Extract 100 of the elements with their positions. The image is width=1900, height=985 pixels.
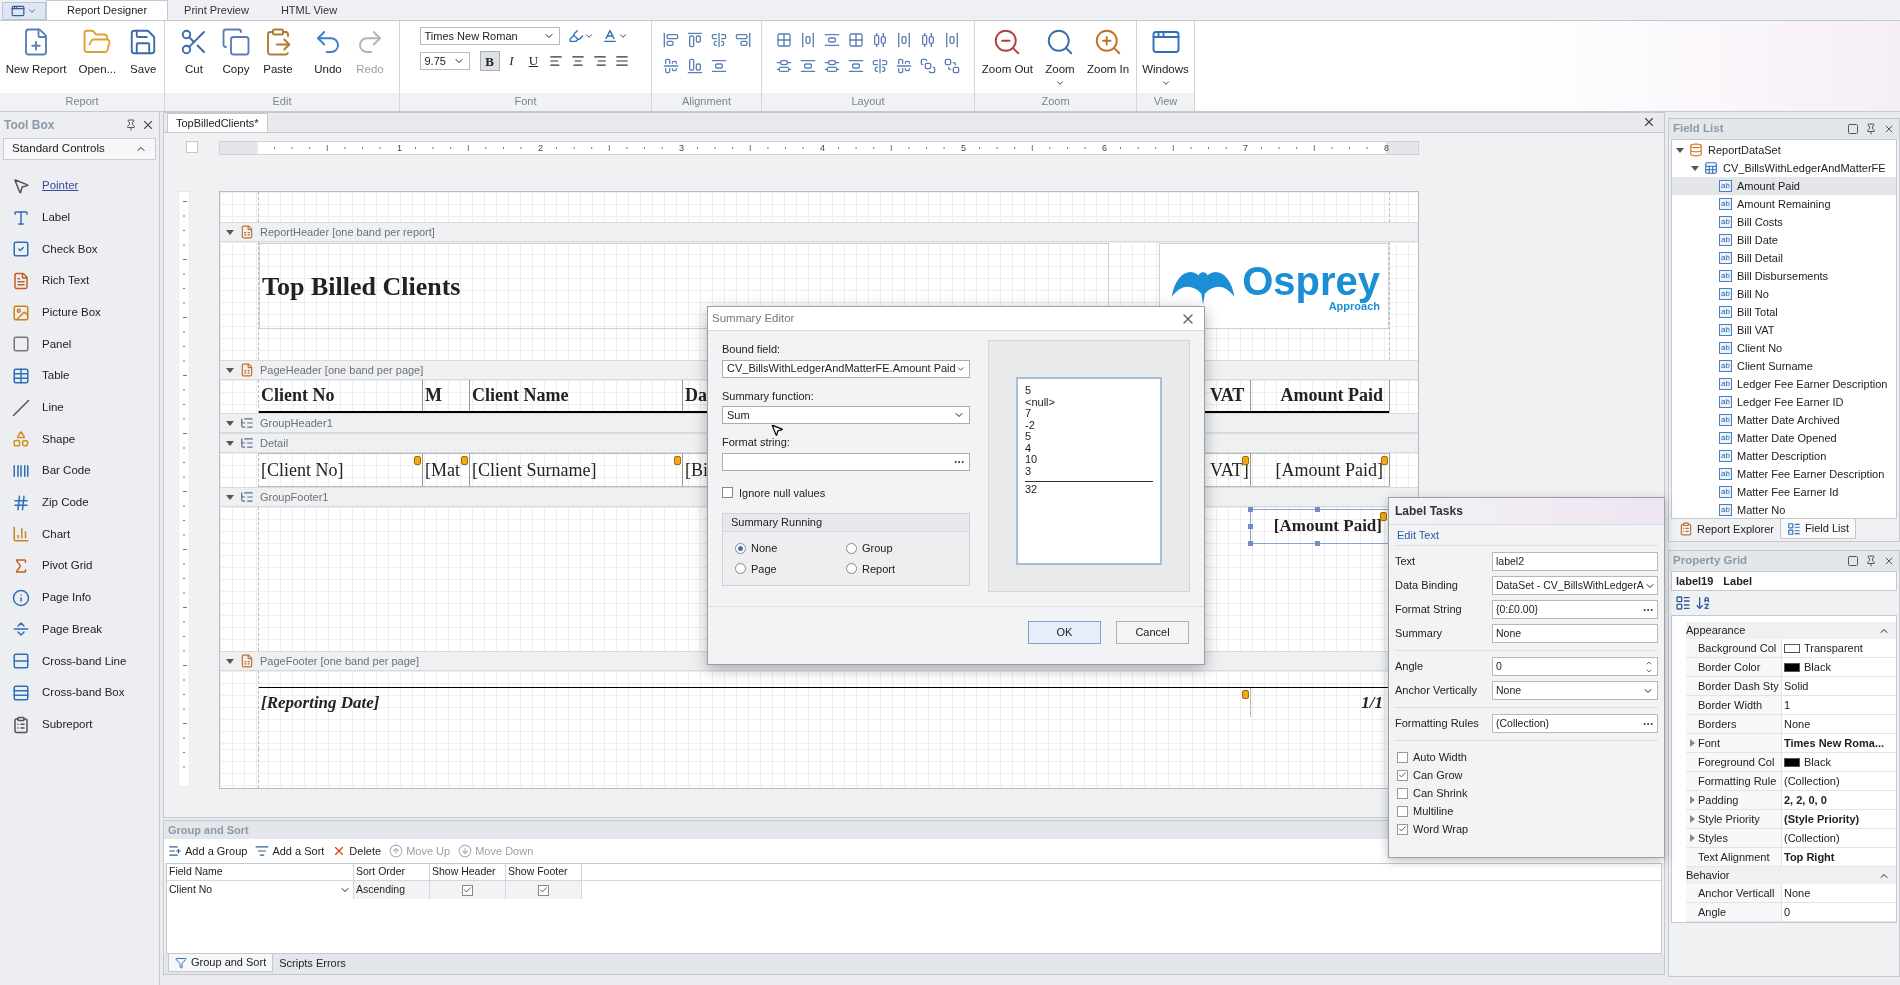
toolbox-item[interactable]: Chart bbox=[0, 518, 159, 551]
expand-arrow-icon[interactable] bbox=[226, 439, 234, 447]
expand-arrow-icon[interactable] bbox=[226, 419, 234, 427]
field-placeholder[interactable]: [Client No] bbox=[259, 454, 423, 486]
close-icon[interactable] bbox=[1642, 115, 1656, 129]
category-header[interactable]: Behavior bbox=[1686, 867, 1896, 884]
resize-handle[interactable] bbox=[1248, 541, 1253, 546]
panel-tab[interactable]: Report Explorer bbox=[1673, 519, 1781, 539]
smart-tag-icon[interactable] bbox=[1380, 512, 1387, 521]
text-style-button[interactable]: U bbox=[523, 51, 544, 71]
option-checkbox[interactable]: Multiline bbox=[1395, 803, 1454, 819]
tree-item[interactable]: ab Bill VAT bbox=[1672, 321, 1896, 339]
layout-tool-button[interactable] bbox=[871, 31, 889, 49]
text-style-button[interactable]: B bbox=[479, 51, 500, 71]
maximize-icon[interactable] bbox=[1847, 555, 1859, 567]
tree-item[interactable]: ab Client No bbox=[1672, 339, 1896, 357]
ribbon-tab[interactable]: HTML View bbox=[264, 0, 354, 20]
layout-tool-button[interactable] bbox=[775, 57, 793, 75]
tree-item[interactable]: ab Matter Date Opened bbox=[1672, 429, 1896, 447]
field-placeholder[interactable]: [Amount Paid] bbox=[1251, 454, 1390, 486]
text-field[interactable]: None bbox=[1492, 624, 1658, 643]
smart-tag-icon[interactable] bbox=[461, 456, 468, 465]
property-value[interactable]: Transparent bbox=[1782, 639, 1896, 657]
checkbox[interactable] bbox=[538, 884, 549, 896]
smart-tag-icon[interactable] bbox=[674, 456, 681, 465]
option-checkbox[interactable]: Auto Width bbox=[1395, 749, 1467, 765]
toolbox-item[interactable]: Rich Text bbox=[0, 265, 159, 297]
application-menu-button[interactable] bbox=[2, 2, 46, 20]
smart-tag-icon[interactable] bbox=[1242, 456, 1249, 465]
option-checkbox[interactable]: Can Shrink bbox=[1395, 785, 1468, 801]
property-value[interactable]: None bbox=[1782, 884, 1896, 902]
ribbon-button[interactable]: Zoom In bbox=[1081, 25, 1135, 89]
resize-handle[interactable] bbox=[1315, 507, 1320, 512]
property-value[interactable]: 1 bbox=[1782, 696, 1896, 714]
close-icon[interactable] bbox=[141, 118, 155, 132]
property-value[interactable]: Black bbox=[1782, 658, 1896, 676]
tree-item[interactable]: ab Amount Remaining bbox=[1672, 195, 1896, 213]
field-placeholder[interactable]: VAT] bbox=[1208, 454, 1251, 486]
expand-arrow-icon[interactable] bbox=[226, 228, 234, 236]
toolbox-item[interactable]: Shape bbox=[0, 423, 159, 456]
category-header[interactable]: Appearance bbox=[1686, 622, 1896, 639]
radio-option[interactable]: Group bbox=[846, 540, 893, 557]
expand-arrow-icon[interactable] bbox=[1688, 815, 1696, 823]
smart-tag-icon[interactable] bbox=[414, 456, 421, 465]
layout-tool-button[interactable] bbox=[847, 57, 865, 75]
layout-tool-button[interactable] bbox=[919, 31, 937, 49]
option-checkbox[interactable]: Can Grow bbox=[1395, 767, 1463, 783]
resize-handle[interactable] bbox=[1248, 507, 1253, 512]
smart-tag-icon[interactable] bbox=[1242, 690, 1249, 699]
tree-item[interactable]: ab Matter Description bbox=[1672, 447, 1896, 465]
toolbox-item[interactable]: Label bbox=[0, 201, 159, 234]
expand-arrow-icon[interactable] bbox=[1691, 164, 1699, 172]
cancel-button[interactable]: Cancel bbox=[1116, 621, 1189, 644]
option-checkbox[interactable]: Word Wrap bbox=[1395, 821, 1469, 837]
toolbox-item[interactable]: Table bbox=[0, 360, 159, 392]
layout-tool-button[interactable] bbox=[685, 31, 704, 49]
tree-item[interactable]: ab Bill Disbursements bbox=[1672, 267, 1896, 285]
expand-arrow-icon[interactable] bbox=[226, 657, 234, 665]
toolbox-item[interactable]: Pointer bbox=[0, 170, 159, 202]
property-value[interactable]: Solid bbox=[1782, 677, 1896, 695]
expand-arrow-icon[interactable] bbox=[226, 366, 234, 374]
categorized-icon[interactable] bbox=[1675, 595, 1691, 611]
layout-tool-button[interactable] bbox=[685, 57, 704, 75]
section-header[interactable]: Standard Controls bbox=[3, 138, 156, 160]
tree-item[interactable]: CV_BillsWithLedgerAndMatterFE bbox=[1672, 159, 1896, 177]
document-tab[interactable]: TopBilledClients* bbox=[167, 113, 268, 132]
layout-tool-button[interactable] bbox=[799, 57, 817, 75]
layout-tool-button[interactable] bbox=[733, 31, 752, 49]
layout-tool-button[interactable] bbox=[895, 31, 913, 49]
dropdown-field[interactable]: None bbox=[1492, 681, 1658, 700]
layout-tool-button[interactable] bbox=[823, 31, 841, 49]
radio-option[interactable]: Page bbox=[735, 560, 777, 577]
ribbon-button[interactable]: New Report bbox=[0, 25, 72, 79]
property-value[interactable]: (Collection) bbox=[1782, 772, 1896, 790]
panel-tab[interactable]: Scripts Errors bbox=[273, 954, 352, 972]
text-style-button[interactable]: I bbox=[501, 51, 522, 71]
expand-arrow-icon[interactable] bbox=[1688, 739, 1696, 747]
font-name-field[interactable]: Times New Roman bbox=[419, 27, 560, 45]
layout-tool-button[interactable] bbox=[799, 31, 817, 49]
expand-arrow-icon[interactable] bbox=[226, 493, 234, 501]
ribbon-button[interactable]: Undo bbox=[308, 25, 348, 79]
checkbox[interactable] bbox=[462, 884, 473, 896]
dropdown-field[interactable]: DataSet - CV_BillsWithLedgerA bbox=[1492, 576, 1658, 595]
field-placeholder[interactable]: [Mat bbox=[423, 454, 470, 486]
font-size-field[interactable]: 9.75 bbox=[419, 52, 470, 70]
tree-item[interactable]: ab Bill No bbox=[1672, 285, 1896, 303]
radio-option[interactable]: Report bbox=[846, 560, 896, 577]
text-field[interactable]: label2 bbox=[1492, 552, 1658, 571]
layout-tool-button[interactable] bbox=[709, 31, 728, 49]
layout-tool-button[interactable] bbox=[847, 31, 865, 49]
ribbon-button[interactable]: Save bbox=[123, 25, 164, 79]
tree-item[interactable]: ab Client Surname bbox=[1672, 357, 1896, 375]
toolbox-item[interactable]: Subreport bbox=[0, 708, 159, 741]
toolbox-item[interactable]: Pivot Grid bbox=[0, 550, 159, 582]
font-color-button[interactable] bbox=[601, 28, 628, 44]
property-value[interactable]: Top Right bbox=[1782, 848, 1896, 866]
tree-item[interactable]: ab Matter No bbox=[1672, 501, 1896, 518]
ribbon-tab[interactable]: Print Preview bbox=[168, 0, 265, 20]
tree-item[interactable]: ab Ledger Fee Earner Description bbox=[1672, 375, 1896, 393]
maximize-icon[interactable] bbox=[1847, 123, 1859, 135]
